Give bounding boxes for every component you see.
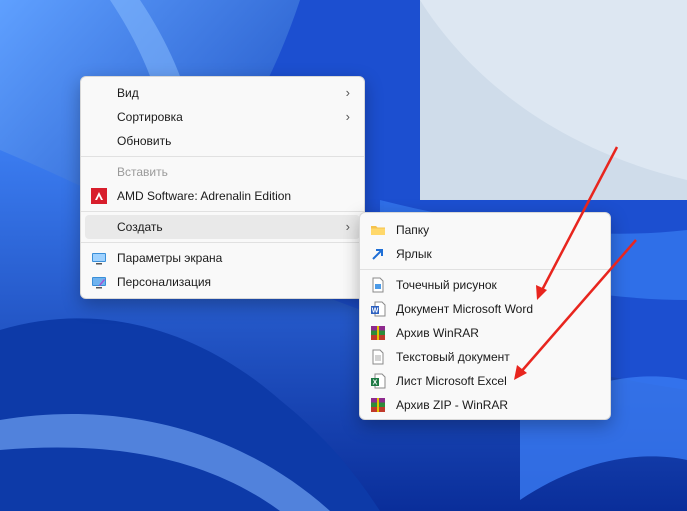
submenu-item-winrar-archive[interactable]: Архив WinRAR [364, 321, 606, 345]
submenu-item-word-document[interactable]: W Документ Microsoft Word [364, 297, 606, 321]
winrar-archive-icon [371, 326, 385, 340]
personalization-icon [92, 277, 106, 289]
winrar-zip-icon [371, 398, 385, 412]
menu-item-personalization[interactable]: Персонализация [85, 270, 360, 294]
display-settings-icon [92, 253, 106, 265]
menu-item-label: Обновить [117, 134, 172, 148]
menu-item-label: Создать [117, 220, 163, 234]
menu-item-label: Ярлык [396, 247, 432, 261]
menu-item-label: Сортировка [117, 110, 183, 124]
menu-item-label: Папку [396, 223, 430, 237]
chevron-right-icon: › [345, 85, 350, 100]
text-document-icon [372, 349, 384, 365]
menu-separator [81, 242, 364, 243]
menu-item-label: Вид [117, 86, 139, 100]
menu-item-label: Вставить [117, 165, 168, 179]
menu-item-label: Точечный рисунок [396, 278, 497, 292]
menu-separator [360, 269, 610, 270]
menu-item-refresh[interactable]: Обновить [85, 129, 360, 153]
submenu-item-bitmap[interactable]: Точечный рисунок [364, 273, 606, 297]
svg-text:W: W [372, 308, 379, 315]
menu-item-amd-software[interactable]: AMD Software: Adrenalin Edition [85, 184, 360, 208]
folder-icon [371, 226, 385, 235]
menu-item-paste: Вставить [85, 160, 360, 184]
shortcut-arrow-icon [372, 249, 383, 260]
chevron-right-icon: › [345, 219, 350, 234]
create-submenu: Папку Ярлык Точечный рисунок W Документ … [359, 212, 611, 420]
menu-item-label: Персонализация [117, 275, 212, 289]
menu-separator [81, 211, 364, 212]
menu-item-label: Архив WinRAR [396, 326, 479, 340]
word-document-icon: W [371, 301, 386, 317]
bitmap-file-icon [372, 277, 384, 293]
menu-separator [81, 156, 364, 157]
submenu-item-folder[interactable]: Папку [364, 218, 606, 242]
menu-item-view[interactable]: Вид › [85, 81, 360, 105]
menu-item-label: AMD Software: Adrenalin Edition [117, 189, 292, 203]
svg-text:X: X [373, 380, 378, 387]
menu-item-sort[interactable]: Сортировка › [85, 105, 360, 129]
menu-item-create[interactable]: Создать › [85, 215, 360, 239]
menu-item-label: Параметры экрана [117, 251, 223, 265]
menu-item-label: Документ Microsoft Word [396, 302, 534, 316]
submenu-item-excel-sheet[interactable]: X Лист Microsoft Excel [364, 369, 606, 393]
menu-item-label: Архив ZIP - WinRAR [396, 398, 509, 412]
submenu-item-zip-winrar[interactable]: Архив ZIP - WinRAR [364, 393, 606, 417]
menu-item-label: Текстовый документ [396, 350, 510, 364]
menu-item-label: Лист Microsoft Excel [396, 374, 507, 388]
chevron-right-icon: › [345, 109, 350, 124]
excel-sheet-icon: X [371, 373, 386, 389]
submenu-item-text-document[interactable]: Текстовый документ [364, 345, 606, 369]
amd-logo-icon [91, 188, 107, 204]
desktop-context-menu: Вид › Сортировка › Обновить Вставить AMD… [80, 76, 365, 299]
menu-item-display-settings[interactable]: Параметры экрана [85, 246, 360, 270]
submenu-item-shortcut[interactable]: Ярлык [364, 242, 606, 266]
